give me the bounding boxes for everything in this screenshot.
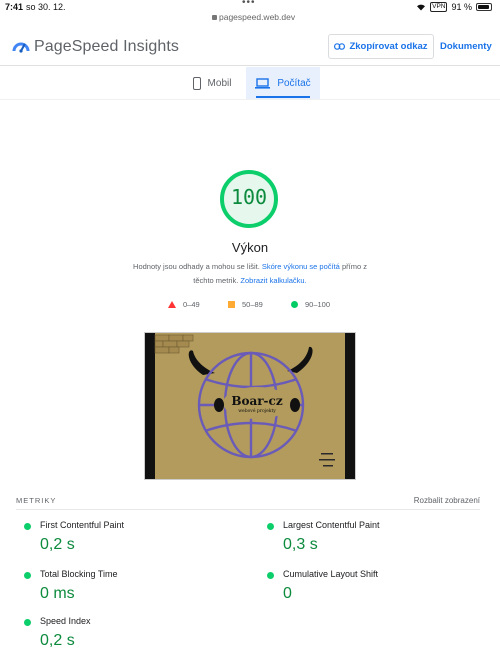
score-calc-link[interactable]: Skóre výkonu se počítá <box>262 262 340 271</box>
pass-circle-icon <box>24 619 31 626</box>
tab-mobile[interactable]: Mobil <box>180 67 244 99</box>
pass-circle-icon <box>24 572 31 579</box>
triangle-icon <box>168 300 176 308</box>
tab-divider <box>0 99 500 100</box>
address-bar[interactable]: pagespeed.web.dev <box>212 12 295 22</box>
circle-icon <box>291 300 298 308</box>
more-dots-icon[interactable]: ••• <box>242 0 256 8</box>
metric-label: Largest Contentful Paint <box>283 520 380 530</box>
link-icon <box>334 43 346 50</box>
metrics-heading: METRIKY <box>16 496 57 505</box>
vpn-badge: VPN <box>430 2 448 12</box>
pass-circle-icon <box>267 523 274 530</box>
metric-label: First Contentful Paint <box>40 520 125 530</box>
battery-percent: 91 % <box>451 2 472 12</box>
pass-circle-icon <box>24 523 31 530</box>
metric-value: 0,3 s <box>283 536 318 553</box>
phone-icon <box>192 76 201 90</box>
legend-pass: 90–100 <box>291 298 330 310</box>
brand-title[interactable]: PageSpeed Insights <box>34 38 179 56</box>
status-bar: 7:41 so 30. 12. ••• pagespeed.web.dev VP… <box>0 0 500 22</box>
square-icon <box>228 300 235 308</box>
metric-value: 0,2 s <box>40 632 75 649</box>
lock-icon <box>212 15 217 20</box>
pagespeed-logo-icon[interactable] <box>12 37 30 55</box>
legend-fail: 0–49 <box>168 298 200 310</box>
pass-circle-icon <box>267 572 274 579</box>
battery-icon <box>476 3 492 11</box>
expand-view-link[interactable]: Rozbalit zobrazení <box>414 496 480 505</box>
status-date: so 30. 12. <box>26 2 66 12</box>
app-header: PageSpeed Insights Zkopírovat odkaz Doku… <box>0 28 500 66</box>
metric-value: 0 ms <box>40 585 75 602</box>
final-screenshot: Boar-cz webové projekty <box>144 332 356 480</box>
legend-average: 50–89 <box>228 298 263 310</box>
tab-desktop-label: Počítač <box>277 77 311 89</box>
screenshot-logo-text: Boar-cz <box>231 394 283 408</box>
metric-value: 0 <box>283 585 292 602</box>
address-url: pagespeed.web.dev <box>219 12 296 22</box>
performance-score: 100 <box>230 185 268 209</box>
tab-desktop[interactable]: Počítač <box>246 67 320 99</box>
tab-mobile-label: Mobil <box>207 77 232 89</box>
metric-label: Speed Index <box>40 616 91 626</box>
docs-link[interactable]: Dokumenty <box>440 41 492 52</box>
copy-link-button[interactable]: Zkopírovat odkaz <box>328 34 434 59</box>
category-title: Výkon <box>231 240 269 255</box>
calculator-link[interactable]: Zobrazit kalkulačku. <box>240 276 306 285</box>
copy-link-label: Zkopírovat odkaz <box>349 41 428 52</box>
screenshot-logo-subtitle: webové projekty <box>238 409 276 414</box>
laptop-icon <box>255 77 271 89</box>
active-tab-indicator <box>256 96 310 98</box>
metric-label: Total Blocking Time <box>40 569 118 579</box>
wifi-icon <box>417 4 426 11</box>
score-description: Hodnoty jsou odhady a mohou se lišit. Sk… <box>133 262 367 285</box>
status-time: 7:41 <box>5 2 24 12</box>
metrics-divider <box>16 509 480 510</box>
metric-value: 0,2 s <box>40 536 75 553</box>
metric-label: Cumulative Layout Shift <box>283 569 379 579</box>
